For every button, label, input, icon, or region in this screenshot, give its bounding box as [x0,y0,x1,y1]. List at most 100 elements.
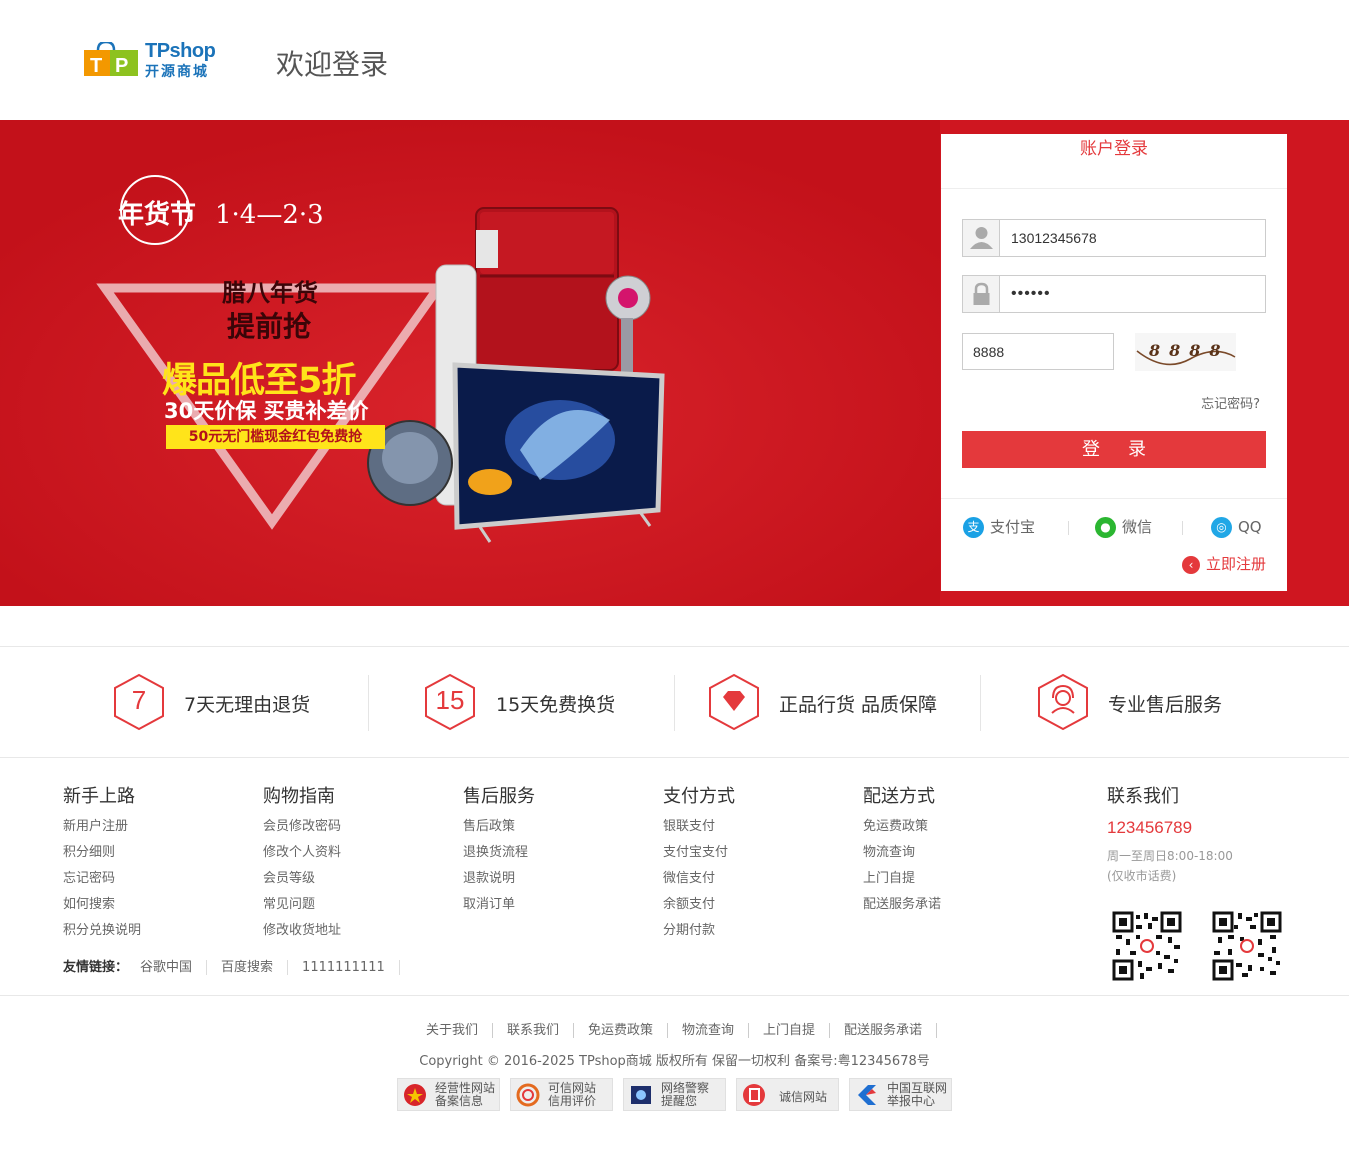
footer-link[interactable]: 会员修改密码 [263,814,341,840]
trust-icon [516,1083,540,1107]
footer-column-aftersale: 售后服务 售后政策 退换货流程 退款说明 取消订单 [463,782,535,918]
footer-column-newbie: 新手上路 新用户注册 积分细则 忘记密码 如何搜索 积分兑换说明 [63,782,141,944]
column-title: 联系我们 [1107,786,1179,807]
friend-link[interactable]: 谷歌中国 [136,960,208,975]
divider [980,675,981,731]
header: T P TPshop 开源商城 欢迎登录 [0,0,1349,120]
footer-link[interactable]: 修改个人资料 [263,840,341,866]
footer-link[interactable]: 物流查询 [863,840,941,866]
divider [1068,521,1069,535]
login-button[interactable]: 登录 [962,431,1266,468]
banner-tag: 50元无门槛现金红包免费抢 [166,425,385,449]
footer-link[interactable]: 配送服务承诺 [863,892,941,918]
footer-link[interactable]: 会员等级 [263,866,341,892]
page-title: 欢迎登录 [276,48,389,81]
friend-link[interactable]: 1111111111 [288,960,400,975]
username-input[interactable] [1001,220,1263,256]
alipay-login[interactable]: 支支付宝 [963,516,1035,538]
service-label: 15天免费换货 [496,694,616,716]
user-icon [963,220,1000,256]
footer-link[interactable]: 免运费政策 [863,814,941,840]
service-label: 7天无理由退货 [184,694,311,716]
badge-text: 网络警察 提醒您 [661,1081,710,1108]
divider [674,675,675,731]
captcha-field[interactable] [962,333,1114,370]
badge-integrity-site[interactable]: 诚信网站 [736,1078,839,1111]
password-input[interactable] [1001,276,1263,312]
footer-link[interactable]: 忘记密码 [63,866,141,892]
footer-link[interactable]: 修改收货地址 [263,918,341,944]
footer-link[interactable]: 微信支付 [663,866,735,892]
bottom-link[interactable]: 配送服务承诺 [830,1023,938,1038]
badge-business-record[interactable]: 经营性网站 备案信息 [397,1078,500,1111]
banner-subline: 30天价保 买贵补差价 [164,399,369,423]
footer-column-contact: 联系我们 123456789 周一至周日8:00-18:00 (仅收市话费) [1107,782,1233,886]
footer-link[interactable]: 如何搜索 [63,892,141,918]
contact-note: (仅收市话费) [1107,869,1177,883]
badge-cyber-police[interactable]: 网络警察 提醒您 [623,1078,726,1111]
captcha-image[interactable]: 8888 [1135,333,1236,371]
column-title: 售后服务 [463,786,535,807]
column-title: 支付方式 [663,786,735,807]
footer-link[interactable]: 上门自提 [863,866,941,892]
service-item: 正品行货 品质保障 [708,673,958,731]
wechat-login[interactable]: ● 微信 [1095,516,1152,538]
footer-column-delivery: 配送方式 免运费政策 物流查询 上门自提 配送服务承诺 [863,782,941,918]
qr-code-icon [1212,911,1282,981]
svg-text:P: P [115,55,128,76]
footer-link[interactable]: 取消订单 [463,892,535,918]
bottom-link[interactable]: 物流查询 [668,1023,750,1038]
badge-report-center[interactable]: 中国互联网 举报中心 [849,1078,952,1111]
alipay-label: 支付宝 [990,518,1036,536]
logo[interactable]: T P TPshop 开源商城 [84,38,226,80]
footer-link[interactable]: 售后政策 [463,814,535,840]
footer-links: 新手上路 新用户注册 积分细则 忘记密码 如何搜索 积分兑换说明 购物指南 会员… [0,758,1349,996]
register-link[interactable]: ‹ 立即注册 [1181,554,1266,574]
forgot-password-link[interactable]: 忘记密码? [1201,393,1260,412]
badge-trusted-site[interactable]: 可信网站 信用评价 [510,1078,613,1111]
bottom-link[interactable]: 免运费政策 [573,1023,668,1038]
login-panel: 账户登录 8888 忘记密码? 登录 支支付宝 ● 微信 ◎ QQ [941,134,1287,591]
qq-login[interactable]: ◎ QQ [1211,516,1262,538]
contact-hours: 周一至周日8:00-18:00 [1107,849,1233,863]
divider [1182,521,1183,535]
footer-link[interactable]: 常见问题 [263,892,341,918]
third-party-login: 支支付宝 ● 微信 ◎ QQ ‹ 立即注册 [941,498,1287,591]
customer-service-icon [1038,673,1088,731]
footer-link[interactable]: 银联支付 [663,814,735,840]
logo-text: TPshop [145,40,216,62]
qq-icon: ◎ [1211,517,1232,538]
badge-text: 中国互联网 举报中心 [887,1081,948,1108]
svg-text:T: T [90,55,102,76]
captcha-input[interactable] [963,334,1113,369]
wechat-icon: ● [1095,517,1116,538]
badge-text: 可信网站 信用评价 [548,1081,597,1108]
banner-artwork [0,120,940,606]
footer-link[interactable]: 分期付款 [663,918,735,944]
cyber-police-icon [631,1086,651,1104]
footer-link[interactable]: 支付宝支付 [663,840,735,866]
bottom-link[interactable]: 关于我们 [411,1023,493,1038]
footer-link[interactable]: 余额支付 [663,892,735,918]
username-field[interactable] [962,219,1266,257]
service-number: 7 [131,685,147,715]
friend-link[interactable]: 百度搜索 [207,960,289,975]
bottom-link[interactable]: 上门自提 [749,1023,831,1038]
diamond-icon [709,673,759,731]
password-field[interactable] [962,275,1266,313]
footer-link[interactable]: 积分兑换说明 [63,918,141,944]
footer-link[interactable]: 新用户注册 [63,814,141,840]
column-title: 配送方式 [863,786,935,807]
footer-link[interactable]: 退款说明 [463,866,535,892]
banner-dates: 1·4—2·3 [215,200,324,230]
service-number: 15 [435,685,465,715]
footer-link[interactable]: 积分细则 [63,840,141,866]
service-guarantees: 7 7天无理由退货 15 15天免费换货 正品行货 品质保障 专业售后服务 [0,646,1349,758]
bottom-link[interactable]: 联系我们 [492,1023,574,1038]
integrity-icon [743,1084,765,1106]
chevron-left-icon: ‹ [1181,555,1200,574]
footer-link[interactable]: 退换货流程 [463,840,535,866]
lock-icon [963,276,1000,312]
footer-column-payment: 支付方式 银联支付 支付宝支付 微信支付 余额支付 分期付款 [663,782,735,944]
logo-subtext: 开源商城 [145,64,209,80]
